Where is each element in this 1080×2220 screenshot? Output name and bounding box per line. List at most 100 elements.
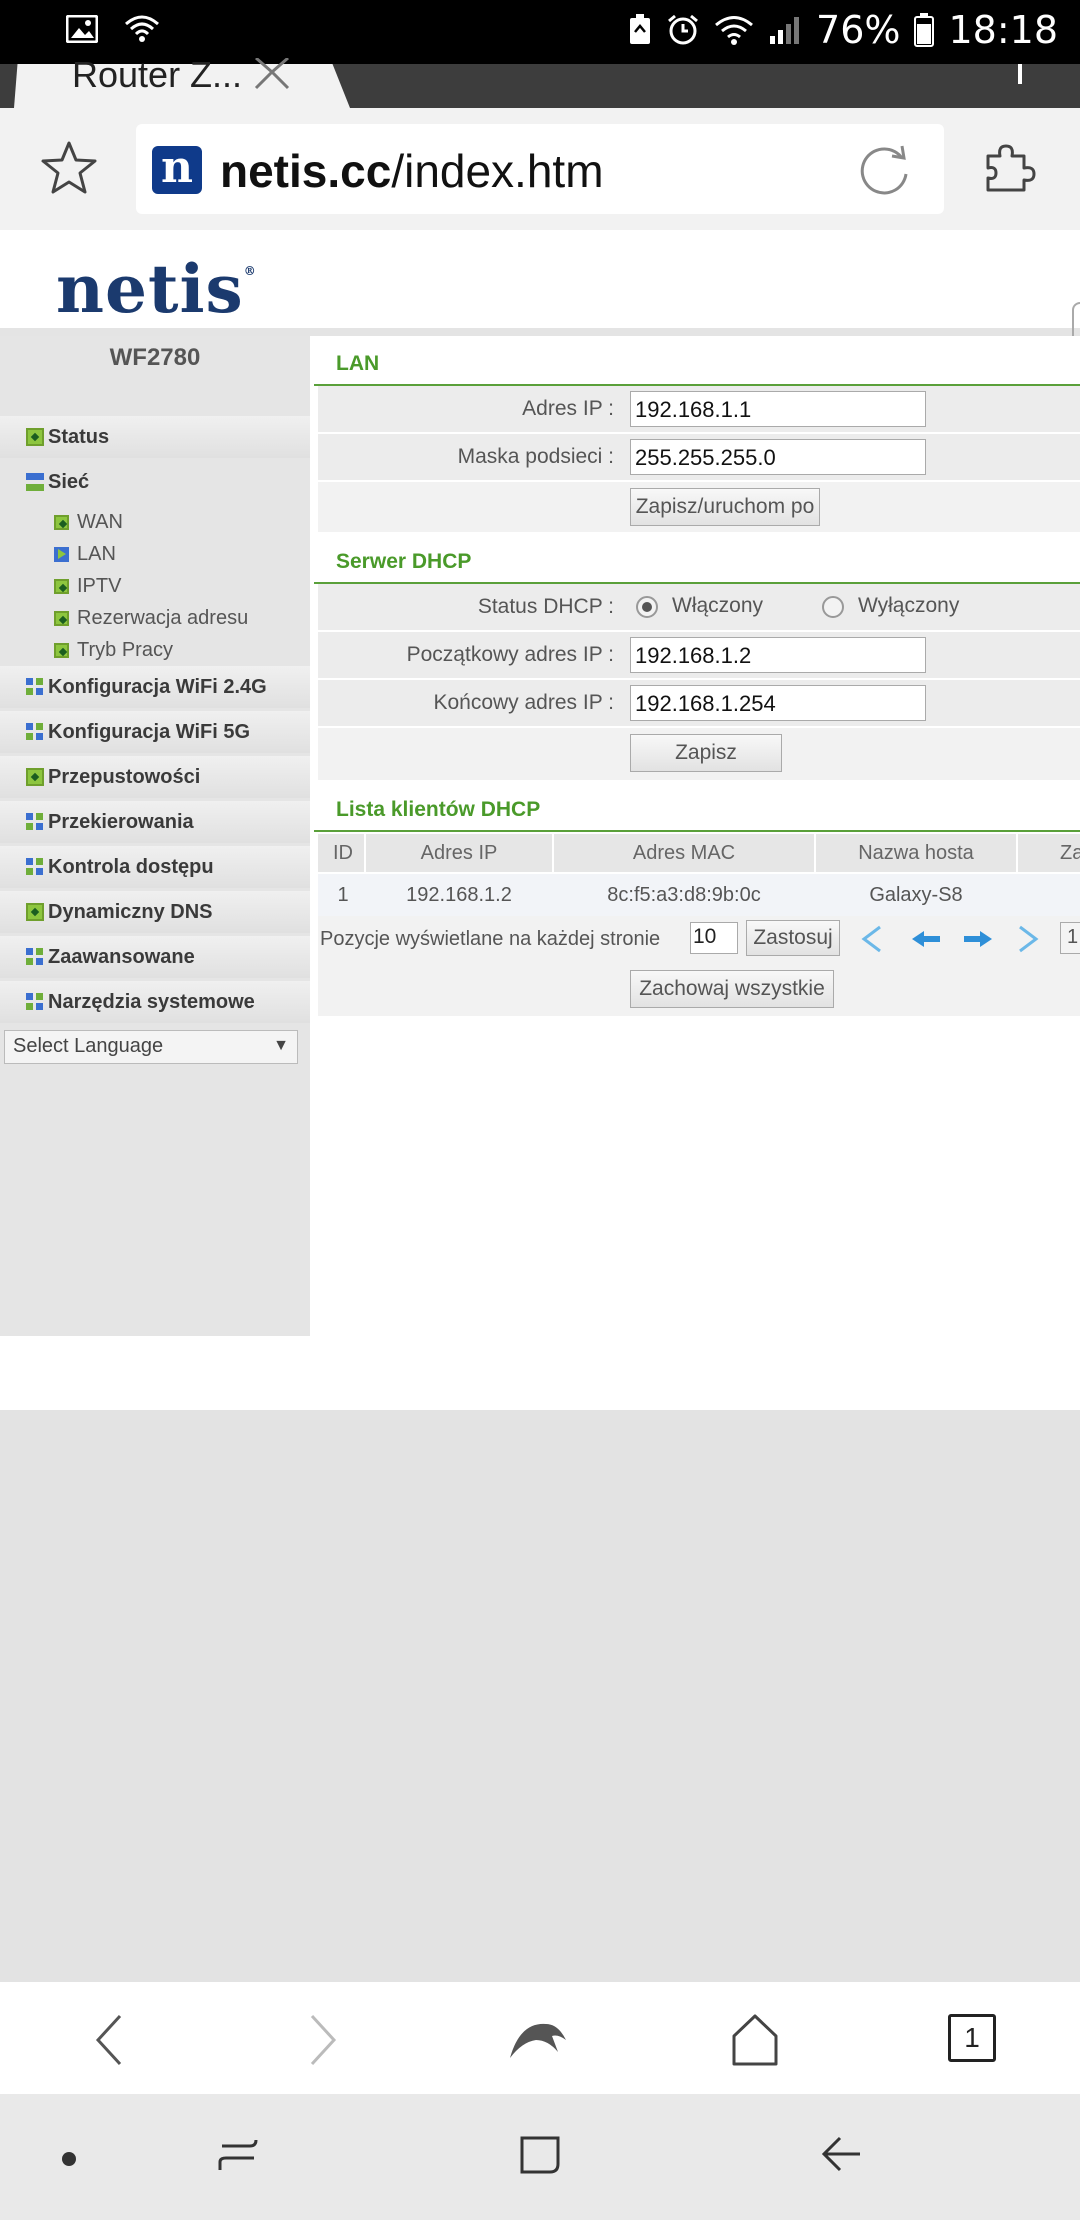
grid-icon (26, 858, 44, 876)
dhcp-enabled-radio[interactable] (636, 596, 658, 618)
clients-table-header: ID Adres IP Adres MAC Nazwa hosta Za (318, 834, 1080, 872)
sidebar-subitem-wan[interactable]: WAN (0, 506, 310, 538)
tab-indicator (1018, 64, 1022, 84)
dhcp-end-input[interactable]: 192.168.1.254 (630, 685, 926, 721)
column-separator (1016, 834, 1018, 872)
pagination-row: Pozycje wyświetlane na każdej stronie 10… (318, 916, 1080, 962)
language-select[interactable]: Select Language ▼ (4, 1030, 298, 1064)
sidebar-item-label: Przepustowości (48, 765, 201, 788)
battery-percent: 76% (816, 8, 901, 52)
dhcp-save-button[interactable]: Zapisz (630, 734, 782, 772)
sidebar-item-bandwidth[interactable]: Przepustowości (0, 756, 310, 798)
grid-icon (26, 678, 44, 696)
sidebar-subitem-label: Rezerwacja adresu (77, 606, 249, 629)
last-page-icon[interactable] (1014, 924, 1042, 954)
close-tab-icon[interactable] (250, 58, 294, 92)
dhcp-start-label: Początkowy adres IP : (406, 643, 614, 666)
browser-toolbar: n netis.cc/index.htm (0, 108, 1080, 230)
netis-logo: netis® (56, 250, 257, 328)
sidebar-item-wifi-5g[interactable]: Konfiguracja WiFi 5G (0, 711, 310, 753)
lan-ip-row: Adres IP : 192.168.1.1 (318, 386, 1080, 432)
col-header-id: ID (333, 842, 353, 864)
apply-button[interactable]: Zastosuj (746, 920, 840, 956)
client-hostname: Galaxy-S8 (869, 884, 963, 906)
url-domain: netis.cc (220, 145, 392, 197)
wifi-signal-icon (715, 16, 753, 45)
forward-icon[interactable] (302, 2012, 342, 2068)
wifi-notification-icon (125, 15, 159, 42)
android-nav-bar (0, 2094, 1080, 2220)
expanded-icon (26, 473, 44, 491)
subnet-mask-label: Maska podsieci : (457, 445, 614, 468)
sidebar-item-wifi-24g[interactable]: Konfiguracja WiFi 2.4G (0, 666, 310, 708)
green-diamond-icon (26, 768, 44, 786)
extensions-puzzle-icon[interactable] (984, 142, 1036, 194)
page-number-input[interactable]: 1 (1060, 922, 1080, 954)
sidebar-subitem-iptv[interactable]: IPTV (0, 570, 310, 602)
column-separator (552, 834, 554, 872)
tab-title[interactable]: Router Z... (72, 54, 242, 96)
sidebar-item-label: Kontrola dostępu (48, 855, 214, 878)
prev-page-icon[interactable] (910, 924, 942, 954)
dhcp-status-row: Status DHCP : Włączony Wyłączony (318, 584, 1080, 630)
lan-save-row: Zapisz/uruchom po (318, 482, 1080, 532)
sidebar-subitem-work-mode[interactable]: Tryb Pracy (0, 634, 310, 666)
save-restart-button[interactable]: Zapisz/uruchom po (630, 488, 820, 526)
table-row: 1 192.168.1.2 8c:f5:a3:d8:9b:0c Galaxy-S… (318, 874, 1080, 916)
home-icon[interactable] (730, 2012, 780, 2068)
sidebar-subitem-label: Tryb Pracy (77, 638, 173, 661)
back-icon[interactable] (90, 2012, 130, 2068)
url-path: /index.htm (391, 145, 604, 197)
sidebar-item-advanced[interactable]: Zaawansowane (0, 936, 310, 978)
sidebar-subitem-lan[interactable]: LAN (0, 538, 310, 570)
dhcp-disabled-radio[interactable] (822, 596, 844, 618)
per-page-input[interactable]: 10 (690, 922, 738, 954)
green-diamond-icon (54, 578, 69, 594)
language-select-value: Select Language (13, 1035, 164, 1057)
header-divider (0, 328, 1080, 336)
back-button-icon[interactable] (818, 2130, 866, 2178)
grid-icon (26, 948, 44, 966)
col-header-mac: Adres MAC (632, 842, 736, 864)
dhcp-disabled-label[interactable]: Wyłączony (858, 594, 959, 618)
nav-dot-icon[interactable] (62, 2152, 76, 2166)
tab-count-button[interactable]: 1 (948, 2014, 996, 2062)
bookmark-star-icon[interactable] (40, 140, 98, 196)
subnet-mask-row: Maska podsieci : 255.255.255.0 (318, 434, 1080, 480)
sidebar-subitem-address-reservation[interactable]: Rezerwacja adresu (0, 602, 310, 634)
url-text[interactable]: netis.cc/index.htm (220, 144, 604, 198)
green-diamond-icon (26, 903, 44, 921)
sidebar-item-forwarding[interactable]: Przekierowania (0, 801, 310, 843)
next-page-icon[interactable] (962, 924, 994, 954)
reload-icon[interactable] (858, 142, 910, 198)
home-button-icon[interactable] (516, 2130, 564, 2178)
lan-ip-input[interactable]: 192.168.1.1 (630, 391, 926, 427)
col-header-hostname: Nazwa hosta (858, 842, 974, 864)
recent-apps-icon[interactable] (214, 2130, 262, 2178)
clients-section-title: Lista klientów DHCP (336, 798, 541, 821)
sidebar-item-network[interactable]: Sieć (0, 461, 310, 503)
registered-mark: ® (243, 264, 257, 278)
sidebar-menu: Status Sieć WAN LAN IPTV Rezerwacja adre… (0, 416, 310, 1026)
battery-saver-icon (630, 14, 651, 44)
dhcp-save-row: Zapisz (318, 728, 1080, 780)
address-bar[interactable]: n netis.cc/index.htm (136, 124, 944, 214)
dolphin-icon[interactable] (506, 2012, 570, 2068)
dhcp-section-title: Serwer DHCP (336, 550, 472, 573)
first-page-icon[interactable] (858, 924, 886, 954)
save-all-button[interactable]: Zachowaj wszystkie (630, 970, 834, 1008)
sidebar-item-ddns[interactable]: Dynamiczny DNS (0, 891, 310, 933)
grid-icon (26, 813, 44, 831)
sidebar-item-system-tools[interactable]: Narzędzia systemowe (0, 981, 310, 1023)
green-diamond-icon (54, 514, 69, 530)
column-separator (364, 834, 366, 872)
dhcp-enabled-label[interactable]: Włączony (672, 594, 763, 618)
site-favicon: n (152, 146, 202, 194)
sidebar-item-status[interactable]: Status (0, 416, 310, 458)
sidebar-item-access-control[interactable]: Kontrola dostępu (0, 846, 310, 888)
model-name: WF2780 (109, 344, 201, 371)
main-content: LAN Adres IP : 192.168.1.1 Maska podsiec… (314, 336, 1080, 1336)
col-header-more: Za (1060, 842, 1080, 864)
dhcp-start-input[interactable]: 192.168.1.2 (630, 637, 926, 673)
subnet-mask-input[interactable]: 255.255.255.0 (630, 439, 926, 475)
